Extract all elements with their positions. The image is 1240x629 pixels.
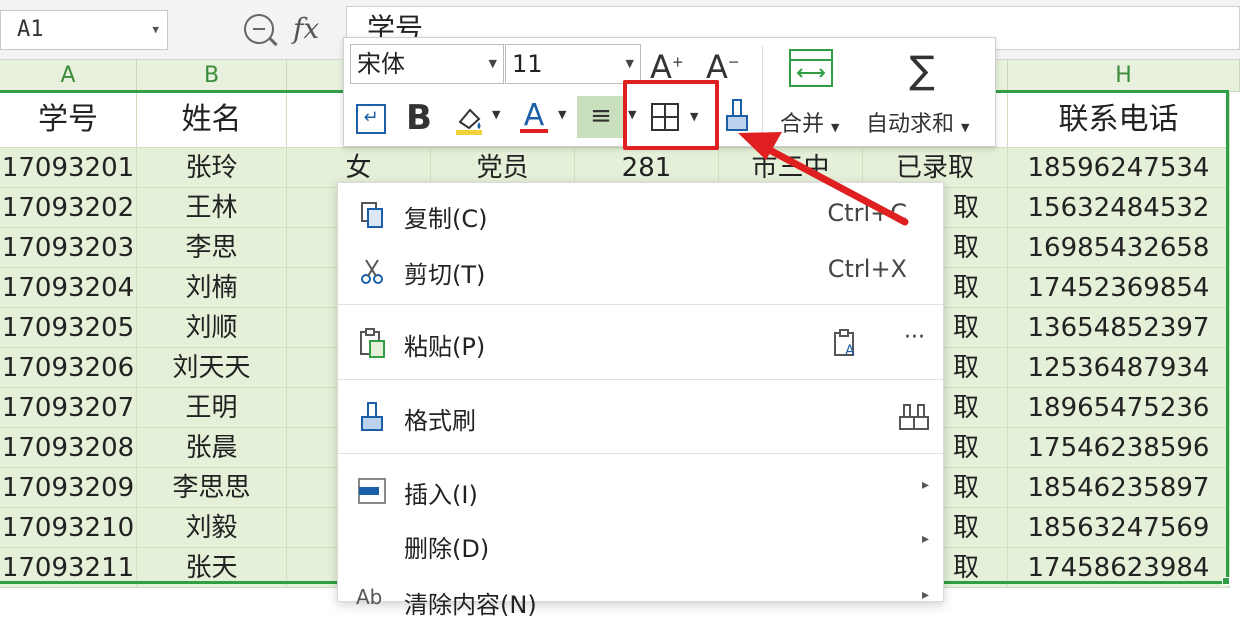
table-cell[interactable]: 张天 (137, 548, 287, 588)
table-cell[interactable]: 李思 (137, 228, 287, 268)
font-size-select[interactable]: 11 ▼ (505, 44, 641, 84)
chevron-down-icon: ▼ (488, 57, 497, 70)
menu-item-format-painter[interactable]: 格式刷 (338, 391, 943, 445)
table-cell[interactable]: 17546238596 (1008, 428, 1230, 468)
table-cell[interactable]: 17093203 (0, 228, 137, 268)
paste-special-icon[interactable]: A (832, 329, 860, 359)
menu-item-clear[interactable]: Ab 清除内容(N) ▸ (338, 575, 943, 629)
font-name-select[interactable]: 宋体 ▼ (350, 44, 504, 84)
table-cell[interactable]: 18546235897 (1008, 468, 1230, 508)
table-cell[interactable]: 15632484532 (1008, 188, 1230, 228)
context-menu: 复制(C) Ctrl+C 剪切(T) Ctrl+X 粘贴(P) A ··· 格式… (337, 182, 944, 619)
table-cell[interactable]: 17093205 (0, 308, 137, 348)
chevron-down-icon[interactable]: ▼ (492, 108, 500, 121)
svg-text:A: A (845, 343, 855, 359)
name-box[interactable]: A1 ▼ (0, 10, 168, 50)
chevron-down-icon: ▼ (625, 57, 634, 70)
header-cell[interactable]: 联系电话 (1008, 92, 1230, 148)
table-cell[interactable]: 17093208 (0, 428, 137, 468)
table-cell[interactable]: 刘毅 (137, 508, 287, 548)
table-cell[interactable]: 刘顺 (137, 308, 287, 348)
menu-item-delete[interactable]: 删除(D) ▸ (338, 519, 943, 573)
table-cell[interactable]: 刘楠 (137, 268, 287, 308)
column-header-b[interactable]: B (137, 60, 287, 92)
table-cell[interactable]: 17093201 (0, 148, 137, 188)
table-cell[interactable]: 17452369854 (1008, 268, 1230, 308)
clear-icon: Ab (356, 585, 383, 609)
fx-icon[interactable]: fx (293, 12, 319, 45)
table-cell[interactable]: 17093204 (0, 268, 137, 308)
table-cell[interactable]: 王林 (137, 188, 287, 228)
table-cell[interactable]: 17093206 (0, 348, 137, 388)
table-cell[interactable]: 12536487934 (1008, 348, 1230, 388)
table-cell[interactable]: 王明 (137, 388, 287, 428)
menu-item-insert[interactable]: 插入(I) ▸ (338, 465, 943, 519)
table-cell[interactable]: 17093202 (0, 188, 137, 228)
table-cell[interactable]: 张玲 (137, 148, 287, 188)
table-cell[interactable]: 13654852397 (1008, 308, 1230, 348)
table-cell[interactable]: 18563247569 (1008, 508, 1230, 548)
zoom-icon[interactable] (244, 14, 274, 44)
menu-item-cut[interactable]: 剪切(T) Ctrl+X (338, 245, 943, 299)
submenu-arrow-icon: ▸ (921, 587, 929, 603)
table-cell[interactable]: 18596247534 (1008, 148, 1230, 188)
table-cell[interactable]: 17093210 (0, 508, 137, 548)
borders-highlight-box (623, 80, 719, 150)
chevron-down-icon[interactable]: ▼ (558, 108, 566, 121)
fill-handle[interactable] (1222, 577, 1230, 585)
copy-icon (361, 202, 383, 228)
table-cell[interactable]: 16985432658 (1008, 228, 1230, 268)
format-painter-icon (361, 402, 383, 431)
merge-button[interactable]: 合并 ▼ (780, 106, 839, 138)
sum-icon[interactable]: ∑ (904, 48, 940, 92)
more-icon[interactable]: ··· (904, 325, 925, 350)
scissors-icon (361, 259, 383, 284)
column-header-a[interactable]: A (0, 60, 137, 92)
wrap-text-icon[interactable]: ↵ (356, 104, 386, 134)
menu-item-paste[interactable]: 粘贴(P) A ··· (338, 317, 943, 371)
align-center-icon[interactable]: ≡ (577, 96, 625, 138)
table-cell[interactable]: 张晨 (137, 428, 287, 468)
column-header-h[interactable]: H (1008, 60, 1240, 92)
table-cell[interactable]: 17093207 (0, 388, 137, 428)
table-cell[interactable]: 17458623984 (1008, 548, 1230, 588)
table-cell[interactable]: 刘天天 (137, 348, 287, 388)
menu-item-copy[interactable]: 复制(C) Ctrl+C (338, 189, 943, 243)
autosum-button[interactable]: 自动求和 ▼ (866, 106, 969, 138)
format-painter-icon[interactable] (724, 98, 750, 134)
insert-icon (358, 478, 386, 504)
table-cell[interactable]: 李思思 (137, 468, 287, 508)
chevron-down-icon[interactable]: ▼ (152, 11, 159, 49)
font-color-button[interactable]: A (520, 98, 548, 133)
submenu-arrow-icon: ▸ (921, 531, 929, 547)
header-cell[interactable]: 姓名 (137, 92, 287, 148)
table-cell[interactable]: 17093211 (0, 548, 137, 588)
format-painter-multi-icon[interactable] (898, 401, 932, 435)
fill-color-icon[interactable] (452, 102, 486, 136)
table-cell[interactable]: 17093209 (0, 468, 137, 508)
paste-icon (360, 328, 385, 358)
merge-icon[interactable] (788, 48, 834, 92)
submenu-arrow-icon: ▸ (921, 477, 929, 493)
table-cell[interactable]: 18965475236 (1008, 388, 1230, 428)
header-cell[interactable]: 学号 (0, 92, 137, 148)
column-header-g[interactable] (996, 60, 1008, 92)
bold-button[interactable]: B (406, 98, 432, 138)
